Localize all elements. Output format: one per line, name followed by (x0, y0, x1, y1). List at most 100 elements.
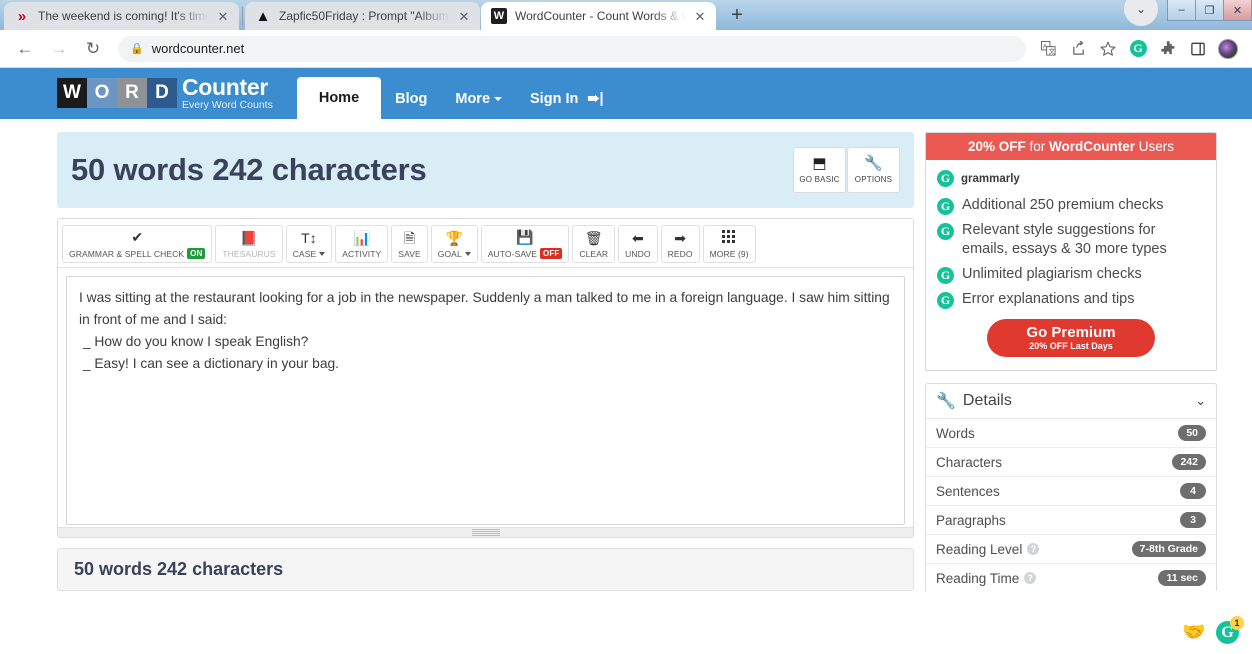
go-basic-label: GO BASIC (799, 175, 840, 184)
status-badge-on: ON (187, 248, 206, 259)
details-value-badge: 7-8th Grade (1131, 541, 1206, 557)
forward-icon[interactable]: → (44, 34, 74, 64)
window-minimize-button[interactable]: – (1167, 0, 1196, 21)
go-basic-button[interactable]: ⬒ GO BASIC (793, 147, 846, 193)
main-column: 50 words 242 characters ⬒ GO BASIC 🔧 OPT… (57, 132, 1244, 644)
window-maximize-button[interactable]: ❐ (1195, 0, 1224, 21)
grammarly-g-icon: G (937, 267, 954, 284)
options-button[interactable]: 🔧 OPTIONS (847, 147, 900, 193)
back-icon[interactable]: ← (10, 34, 40, 64)
toolbar-clear[interactable]: 🗑 CLEAR (572, 225, 616, 263)
nav-item-home[interactable]: Home (296, 77, 382, 119)
details-value-badge: 3 (1180, 512, 1206, 528)
grammarly-ad-card[interactable]: 20% OFF for WordCounter Users G grammarl… (925, 132, 1217, 371)
ad-bullet: G Additional 250 premium checks (937, 196, 1205, 215)
signin-arrow-icon: ➠| (587, 91, 604, 107)
chevron-down-icon[interactable]: ⌄ (1195, 393, 1206, 409)
status-badge-off: OFF (540, 248, 563, 259)
grammarly-g-icon: G (937, 292, 954, 309)
word-count-header: 50 words 242 characters ⬒ GO BASIC 🔧 OPT… (57, 132, 914, 208)
tab-title: The weekend is coming! It's time (38, 9, 209, 23)
header-buttons: ⬒ GO BASIC 🔧 OPTIONS (793, 147, 900, 193)
details-label: Reading Level (936, 541, 1023, 557)
share-icon[interactable] (1064, 35, 1092, 63)
site-nav-links: Home Blog More Sign In ➠| (296, 77, 618, 119)
toolbar-case[interactable]: T↕ CASE (285, 225, 333, 263)
logo-counter-text: Counter (182, 73, 269, 100)
toolbar-grammar-spell-check[interactable]: ✔ GRAMMAR & SPELL CHECK ON (62, 225, 213, 263)
grammarly-extension-icon[interactable]: G (1124, 35, 1152, 63)
profile-chevron-icon[interactable]: ⌄ (1124, 0, 1158, 26)
tab-close-icon[interactable]: ✕ (456, 8, 472, 24)
logo-letter-w: W (57, 77, 87, 108)
bar-chart-icon: 📊 (353, 230, 371, 246)
toolbar-goal[interactable]: 🏆 GOAL (430, 225, 478, 263)
bookmark-star-icon[interactable] (1094, 35, 1122, 63)
page-title: 50 words 242 characters (71, 152, 427, 187)
ad-bullet-text: Error explanations and tips (962, 291, 1135, 307)
logo-letter-r: R (117, 77, 147, 108)
go-premium-button[interactable]: Go Premium 20% OFF Last Days (987, 319, 1155, 357)
editor-card: ✔ GRAMMAR & SPELL CHECK ON 📕 THESAURUS T… (57, 218, 1244, 644)
browser-tab-2[interactable]: ▲ Zapfic50Friday : Prompt "Album" ✕ (245, 2, 480, 30)
text-editor-area[interactable]: I was sitting at the restaurant looking … (66, 276, 905, 525)
nav-item-blog[interactable]: Blog (381, 79, 441, 119)
ad-headline-post: Users (1135, 139, 1175, 154)
toolbar-thesaurus[interactable]: 📕 THESAURUS (215, 225, 283, 263)
tab-close-icon[interactable]: ✕ (215, 8, 231, 24)
text-case-icon: T↕ (301, 230, 317, 246)
tab-divider (242, 7, 243, 25)
save-document-icon: 🗎 (403, 230, 416, 246)
arrow-left-icon: ⬅ (632, 230, 644, 246)
window-close-button[interactable]: ✕ (1223, 0, 1252, 21)
toolbar-save[interactable]: 🗎 SAVE (391, 225, 428, 263)
nav-item-more[interactable]: More (441, 79, 516, 119)
toolbar-thesaurus-label: THESAURUS (222, 249, 276, 259)
help-icon[interactable]: ? (1027, 543, 1040, 555)
toolbar-more[interactable]: MORE (9) (702, 225, 756, 263)
help-icon[interactable]: ? (1024, 572, 1037, 584)
ad-brand-name: grammarly (961, 172, 1020, 185)
sidepanel-icon[interactable] (1184, 35, 1212, 63)
wrench-icon: 🔧 (864, 155, 883, 172)
sidebar-column: 20% OFF for WordCounter Users G grammarl… (925, 132, 1217, 591)
toolbar-more-label: MORE (9) (709, 249, 749, 259)
toolbar-auto-save[interactable]: 💾 AUTO-SAVE OFF (480, 225, 570, 263)
window-controls: – ❐ ✕ (1167, 0, 1252, 21)
browser-tab-3-active[interactable]: W WordCounter - Count Words & C ✕ (481, 2, 716, 30)
chevron-down-icon (319, 252, 326, 256)
trash-icon: 🗑 (584, 230, 603, 246)
ad-bullet-text: Additional 250 premium checks (962, 197, 1164, 213)
logo-letter-boxes: W O R D (57, 77, 177, 108)
details-header[interactable]: 🔧 Details ⌄ (926, 384, 1216, 419)
check-icon: ✔ (131, 229, 144, 245)
details-value-badge: 242 (1172, 454, 1206, 470)
extensions-puzzle-icon[interactable] (1154, 35, 1182, 63)
new-tab-button[interactable]: + (723, 1, 751, 29)
toolbar-undo[interactable]: ⬅ UNDO (618, 225, 658, 263)
ad-bullet-text: Relevant style suggestions for emails, e… (962, 222, 1167, 257)
translate-icon[interactable]: A 文 (1034, 35, 1062, 63)
site-logo[interactable]: W O R D Counter Every Word Counts (57, 73, 273, 111)
site-navbar: W O R D Counter Every Word Counts Home B… (0, 68, 1252, 119)
details-label: Words (936, 425, 975, 441)
reload-icon[interactable]: ↻ (78, 34, 108, 64)
ad-headline-brand: WordCounter (1049, 139, 1135, 154)
toolbar-autosave-label: AUTO-SAVE (487, 248, 538, 259)
profile-avatar[interactable] (1214, 35, 1242, 63)
ad-body: G grammarly G Additional 250 premium che… (926, 160, 1216, 370)
toolbar-grammar-label: GRAMMAR & SPELL CHECK (69, 248, 185, 259)
external-link-icon: ⬒ (812, 155, 827, 172)
nav-item-signin[interactable]: Sign In ➠| (516, 79, 618, 119)
lock-icon: 🔒 (130, 43, 144, 55)
tab-favicon-wordcounter-w-icon: W (491, 8, 507, 24)
toolbar-clear-label: CLEAR (579, 249, 609, 259)
browser-tab-1[interactable]: » The weekend is coming! It's time ✕ (4, 2, 239, 30)
editor-resize-handle[interactable] (58, 527, 913, 537)
address-bar[interactable]: 🔒 wordcounter.net (118, 35, 1026, 62)
tab-close-icon[interactable]: ✕ (692, 8, 708, 24)
toolbar-activity[interactable]: 📊 ACTIVITY (335, 225, 389, 263)
toolbar-redo[interactable]: ➡ REDO (660, 225, 700, 263)
go-premium-label: Go Premium (1026, 324, 1116, 341)
grammarly-g-icon: G (937, 223, 954, 240)
